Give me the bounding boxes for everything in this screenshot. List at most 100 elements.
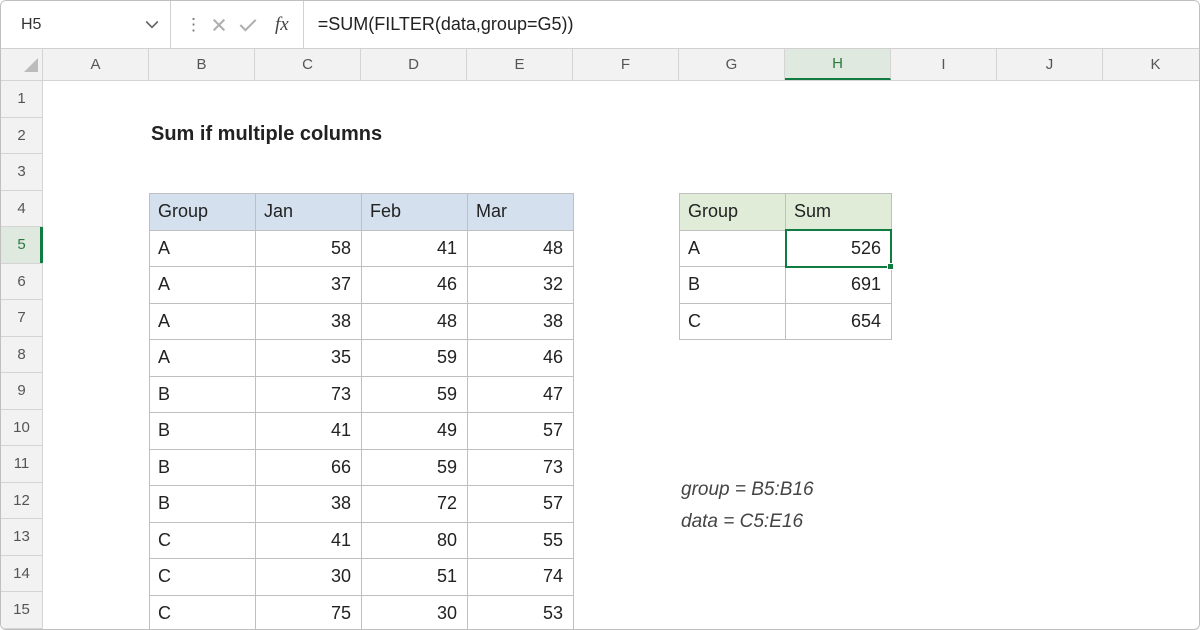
column-header-J[interactable]: J xyxy=(997,49,1103,80)
table-cell[interactable]: C xyxy=(150,595,256,629)
table-cell[interactable]: 41 xyxy=(362,230,468,267)
cancel-icon[interactable] xyxy=(211,17,227,33)
table-cell[interactable]: 48 xyxy=(468,230,574,267)
table-cell[interactable]: C xyxy=(150,559,256,596)
row-header-5[interactable]: 5 xyxy=(1,227,42,264)
table-cell[interactable]: 30 xyxy=(362,595,468,629)
row-header-9[interactable]: 9 xyxy=(1,373,42,410)
table-cell[interactable]: 58 xyxy=(256,230,362,267)
row-header-7[interactable]: 7 xyxy=(1,300,42,337)
table-cell[interactable]: 46 xyxy=(362,267,468,304)
table-cell[interactable]: 38 xyxy=(256,486,362,523)
table-cell[interactable]: 37 xyxy=(256,267,362,304)
table-header[interactable]: Jan xyxy=(256,194,362,231)
table-cell[interactable]: A xyxy=(150,303,256,340)
table-header[interactable]: Sum xyxy=(786,194,892,231)
table-cell[interactable]: A xyxy=(150,230,256,267)
note-data: data = C5:E16 xyxy=(681,506,814,538)
select-all-corner[interactable] xyxy=(1,49,43,80)
table-cell[interactable]: 57 xyxy=(468,486,574,523)
table-cell[interactable]: 74 xyxy=(468,559,574,596)
table-header[interactable]: Feb xyxy=(362,194,468,231)
table-cell[interactable]: 41 xyxy=(256,413,362,450)
column-header-C[interactable]: C xyxy=(255,49,361,80)
table-row: C654 xyxy=(680,303,892,340)
table-cell[interactable]: 59 xyxy=(362,376,468,413)
table-cell[interactable]: 55 xyxy=(468,522,574,559)
table-cell[interactable]: 32 xyxy=(468,267,574,304)
cells-area[interactable]: Sum if multiple columns GroupJanFebMar A… xyxy=(43,81,1199,629)
row-header-14[interactable]: 14 xyxy=(1,556,42,593)
table-cell[interactable]: 75 xyxy=(256,595,362,629)
table-cell[interactable]: B xyxy=(680,267,786,304)
table-cell[interactable]: 49 xyxy=(362,413,468,450)
table-cell[interactable]: B xyxy=(150,449,256,486)
table-cell[interactable]: 38 xyxy=(256,303,362,340)
table-cell[interactable]: 73 xyxy=(468,449,574,486)
row-header-12[interactable]: 12 xyxy=(1,483,42,520)
table-cell[interactable]: 35 xyxy=(256,340,362,377)
table-cell[interactable]: B xyxy=(150,413,256,450)
table-header[interactable]: Group xyxy=(150,194,256,231)
column-header-H[interactable]: H xyxy=(785,49,891,80)
row-header-10[interactable]: 10 xyxy=(1,410,42,447)
table-cell[interactable]: 57 xyxy=(468,413,574,450)
row-header-6[interactable]: 6 xyxy=(1,264,42,301)
row-header-8[interactable]: 8 xyxy=(1,337,42,374)
row-header-11[interactable]: 11 xyxy=(1,446,42,483)
vertical-dots-icon[interactable]: ⋮ xyxy=(185,15,199,35)
table-cell[interactable]: 654 xyxy=(786,303,892,340)
table-cell[interactable]: 73 xyxy=(256,376,362,413)
table-row: A384838 xyxy=(150,303,574,340)
formula-input[interactable]: =SUM(FILTER(data,group=G5)) xyxy=(304,1,1199,48)
column-header-B[interactable]: B xyxy=(149,49,255,80)
table-cell[interactable]: 48 xyxy=(362,303,468,340)
table-cell[interactable]: A xyxy=(680,230,786,267)
row-header-4[interactable]: 4 xyxy=(1,191,42,228)
fx-icon[interactable]: fx xyxy=(269,14,295,36)
table-cell[interactable]: 59 xyxy=(362,449,468,486)
column-header-F[interactable]: F xyxy=(573,49,679,80)
table-cell[interactable]: A xyxy=(150,340,256,377)
table-cell[interactable]: B xyxy=(150,376,256,413)
table-header[interactable]: Group xyxy=(680,194,786,231)
row-header-2[interactable]: 2 xyxy=(1,118,42,155)
name-box[interactable]: H5 xyxy=(1,1,171,48)
table-cell[interactable]: C xyxy=(150,522,256,559)
table-cell[interactable]: 41 xyxy=(256,522,362,559)
column-header-K[interactable]: K xyxy=(1103,49,1200,80)
table-cell[interactable]: 59 xyxy=(362,340,468,377)
note-group: group = B5:B16 xyxy=(681,474,814,506)
table-cell[interactable]: A xyxy=(150,267,256,304)
row-header-1[interactable]: 1 xyxy=(1,81,42,118)
table-cell[interactable]: 38 xyxy=(468,303,574,340)
table-cell[interactable]: B xyxy=(150,486,256,523)
column-headers: ABCDEFGHIJK xyxy=(1,49,1199,81)
table-cell[interactable]: 51 xyxy=(362,559,468,596)
column-header-E[interactable]: E xyxy=(467,49,573,80)
table-row: B735947 xyxy=(150,376,574,413)
table-cell[interactable]: 691 xyxy=(786,267,892,304)
table-row: B414957 xyxy=(150,413,574,450)
table-cell[interactable]: 47 xyxy=(468,376,574,413)
excel-window: H5 ⋮ fx =SUM(FILTER(data,group=G5)) ABCD… xyxy=(0,0,1200,630)
table-cell[interactable]: 526 xyxy=(786,230,892,267)
table-cell[interactable]: 72 xyxy=(362,486,468,523)
table-cell[interactable]: 66 xyxy=(256,449,362,486)
column-header-I[interactable]: I xyxy=(891,49,997,80)
row-header-3[interactable]: 3 xyxy=(1,154,42,191)
table-header[interactable]: Mar xyxy=(468,194,574,231)
table-cell[interactable]: 53 xyxy=(468,595,574,629)
table-cell[interactable]: C xyxy=(680,303,786,340)
table-cell[interactable]: 80 xyxy=(362,522,468,559)
named-range-notes: group = B5:B16 data = C5:E16 xyxy=(681,474,814,539)
row-header-15[interactable]: 15 xyxy=(1,592,42,629)
column-header-D[interactable]: D xyxy=(361,49,467,80)
column-header-A[interactable]: A xyxy=(43,49,149,80)
chevron-down-icon[interactable] xyxy=(142,15,162,35)
row-header-13[interactable]: 13 xyxy=(1,519,42,556)
enter-icon[interactable] xyxy=(239,17,257,33)
table-cell[interactable]: 46 xyxy=(468,340,574,377)
table-cell[interactable]: 30 xyxy=(256,559,362,596)
column-header-G[interactable]: G xyxy=(679,49,785,80)
